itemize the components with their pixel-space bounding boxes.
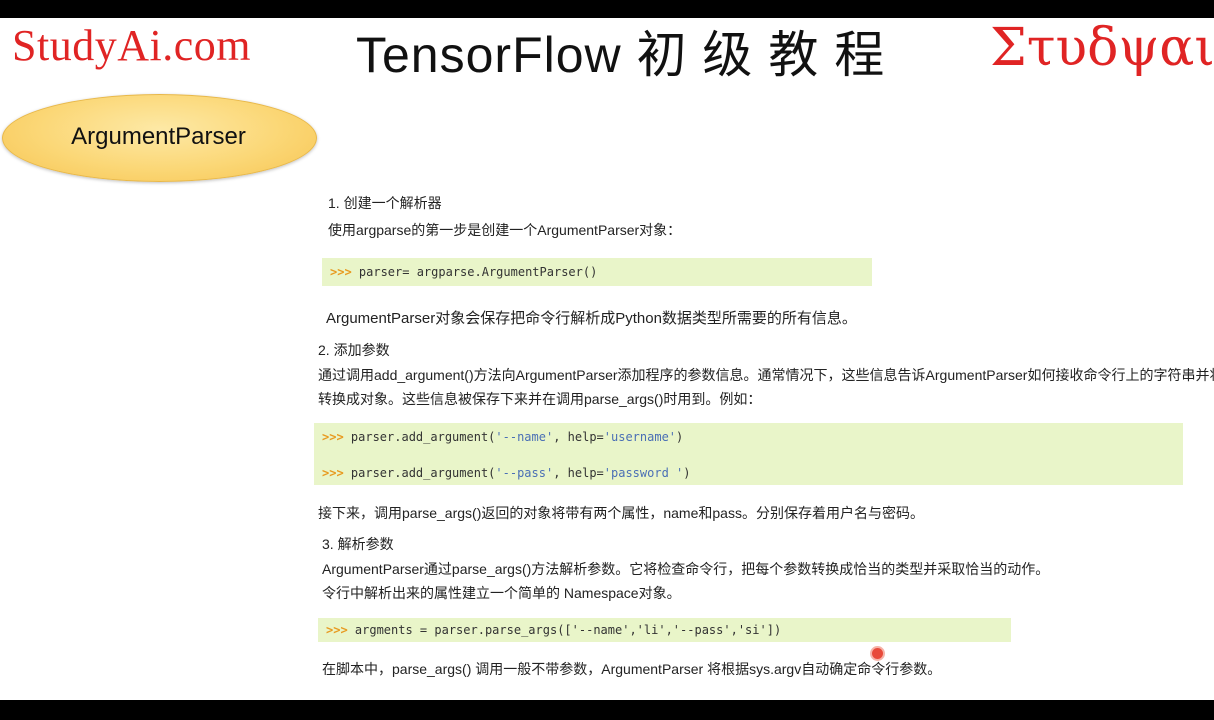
section3-desc1: ArgumentParser通过parse_args()方法解析参数。它将检查命… (322, 561, 1050, 577)
brand-logo-left: StudyAi.com (12, 21, 251, 70)
slide: StudyAi.com TensorFlow 初 级 教 程 Στυδψαι A… (0, 18, 1214, 700)
slide-title: TensorFlow 初 级 教 程 (356, 27, 886, 83)
code-text: parser= argparse.ArgumentParser() (351, 265, 598, 279)
top-letterbox (0, 0, 1214, 18)
topic-badge-label: ArgumentParser (71, 123, 246, 150)
section3-after: 在脚本中，parse_args() 调用一般不带参数，ArgumentParse… (322, 661, 942, 677)
section3-desc2: 令行中解析出来的属性建立一个简单的 Namespace对象。 (322, 585, 681, 601)
section2-after: 接下来，调用parse_args()返回的对象将带有两个属性，name和pass… (318, 505, 924, 521)
code-block-1: >>> parser= argparse.ArgumentParser() (322, 258, 872, 286)
code-line: >>> parser= argparse.ArgumentParser() (330, 265, 597, 279)
code-line: >>> parser.add_argument('--pass', help='… (322, 466, 691, 480)
section1-desc: 使用argparse的第一步是创建一个ArgumentParser对象： (328, 222, 682, 238)
section2-heading: 2. 添加参数 (318, 342, 390, 358)
code-block-2: >>> parser.add_argument('--name', help='… (314, 423, 1183, 485)
cursor-pointer-dot (872, 648, 883, 659)
brand-logo-right: Στυδψαι (990, 18, 1214, 78)
prompt-symbol: >>> (330, 265, 352, 279)
prompt-symbol: >>> (326, 623, 348, 637)
code-line: >>> parser.add_argument('--name', help='… (322, 430, 684, 444)
code-line: >>> argments = parser.parse_args(['--nam… (326, 623, 781, 637)
prompt-symbol: >>> (322, 430, 344, 444)
section3-heading: 3. 解析参数 (322, 536, 394, 552)
section2-desc2: 转换成对象。这些信息被保存下来并在调用parse_args()时用到。例如： (318, 391, 762, 407)
code-block-3: >>> argments = parser.parse_args(['--nam… (318, 618, 1011, 642)
prompt-symbol: >>> (322, 466, 344, 480)
section1-after: ArgumentParser对象会保存把命令行解析成Python数据类型所需要的… (326, 310, 857, 327)
section2-desc1: 通过调用add_argument()方法向ArgumentParser添加程序的… (318, 367, 1214, 383)
bottom-letterbox (0, 700, 1214, 720)
section1-heading: 1. 创建一个解析器 (328, 195, 442, 211)
code-text: argments = parser.parse_args(['--name','… (347, 623, 782, 637)
